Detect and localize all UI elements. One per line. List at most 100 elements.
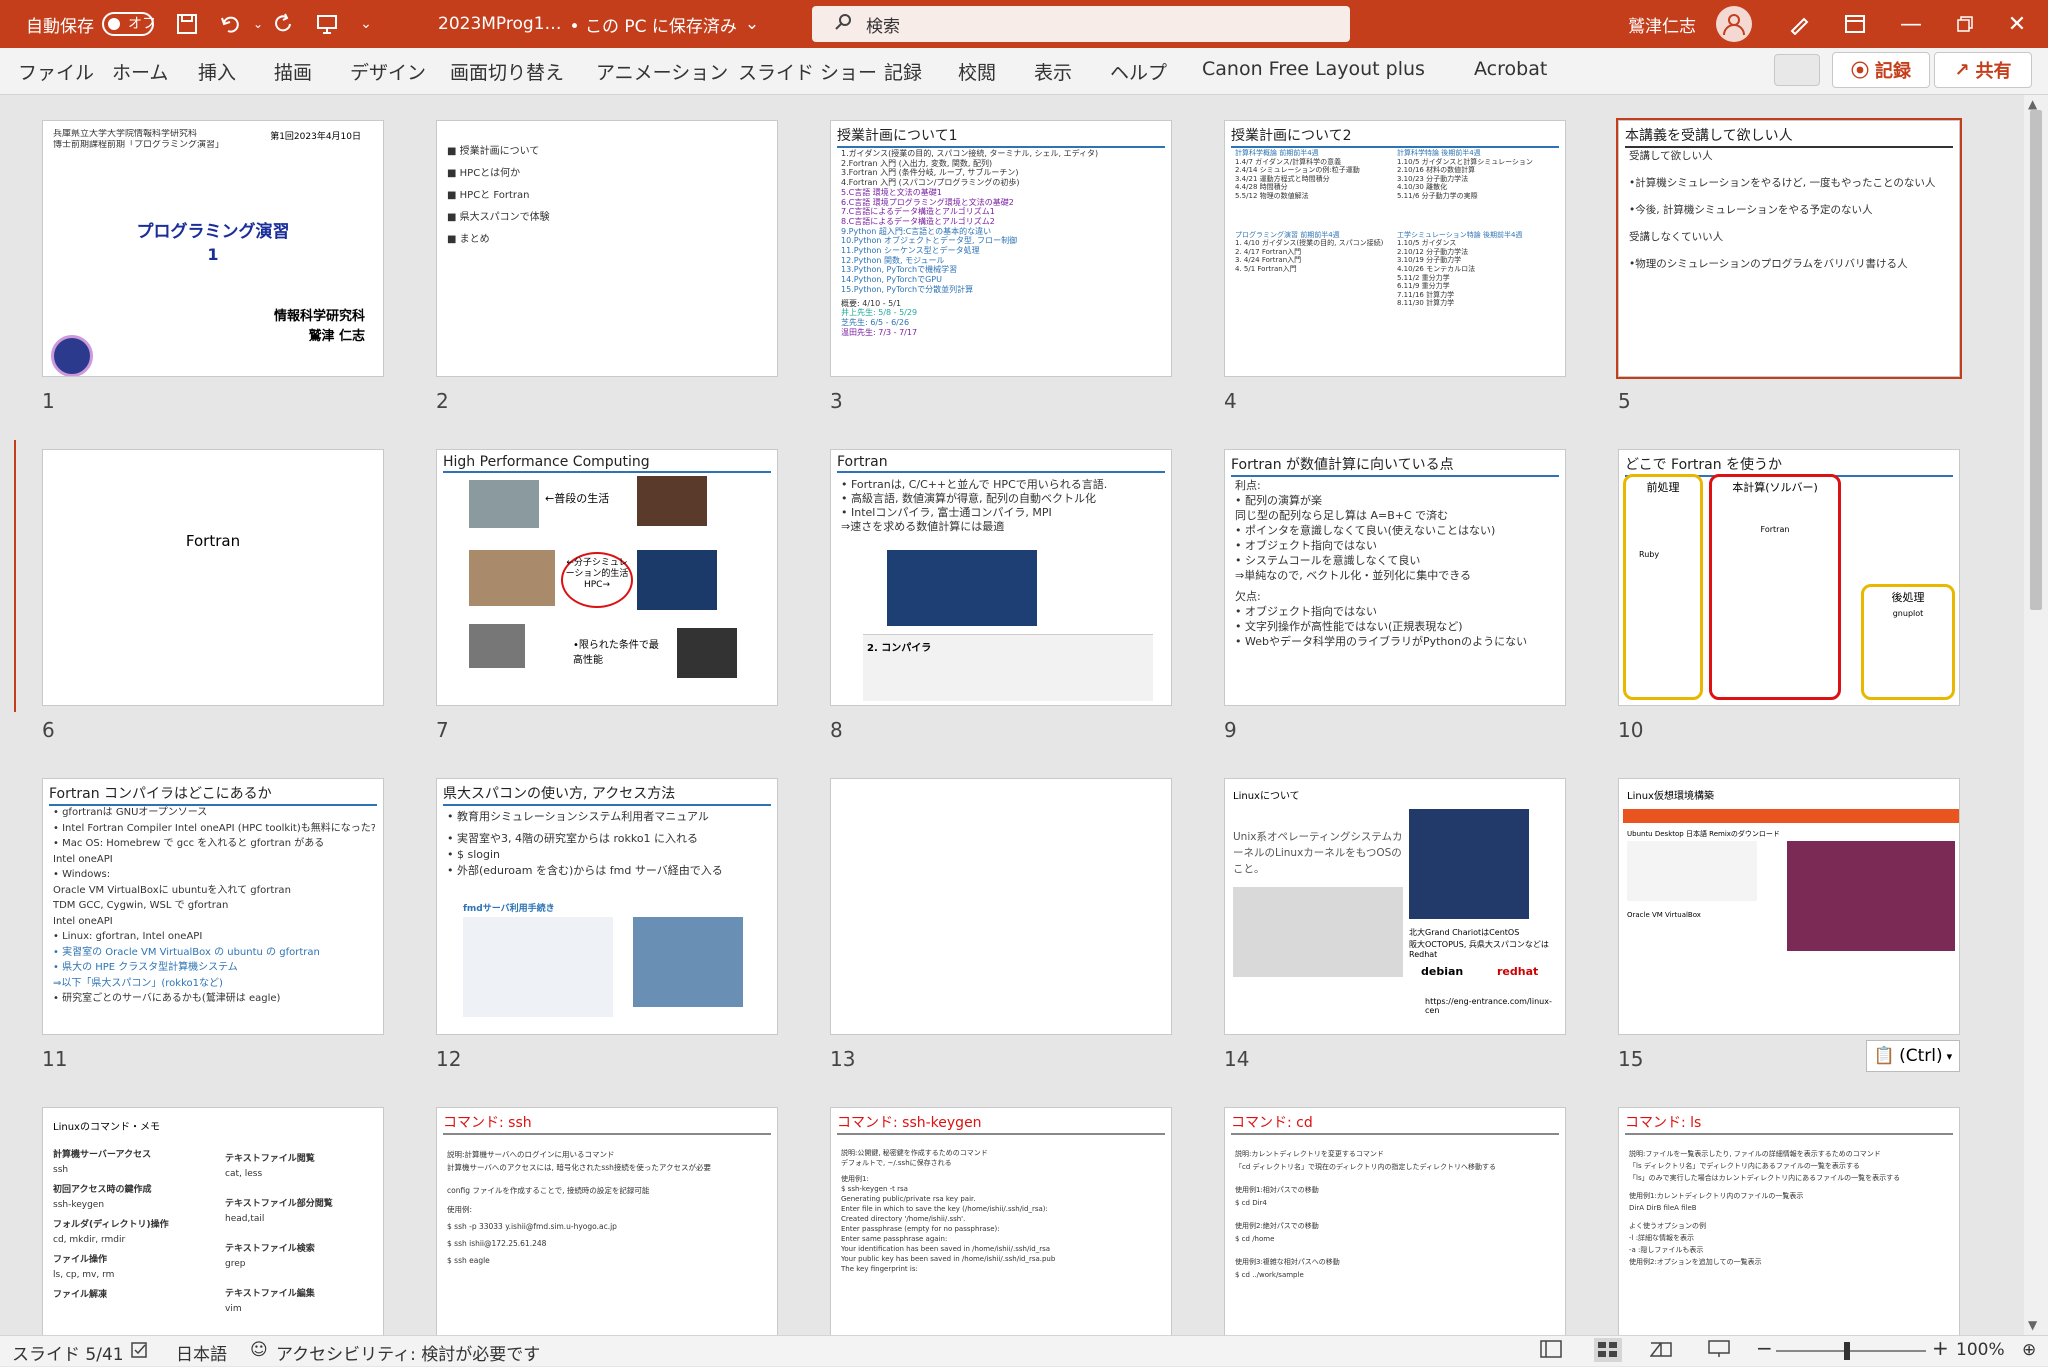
save-icon[interactable]	[172, 0, 202, 48]
tab-view[interactable]: 表示	[1034, 58, 1072, 85]
present-from-start-icon[interactable]	[312, 0, 342, 48]
slide-text: ⇒以下「県大スパコン」(rokko1など)	[53, 977, 223, 989]
slide-sorter: 兵庫県立大学大学院情報科学研究科 博士前期課程前期「プログラミング演習」 第1回…	[0, 95, 2024, 1335]
slide-thumbnail[interactable]: 授業計画について2 計算科学概論 前期前半4週 1.4/7 ガイダンス/計算科学…	[1224, 120, 1566, 377]
tab-canon[interactable]: Canon Free Layout plus	[1202, 58, 1425, 80]
slide-text: fmdサーバ利用手続き	[463, 904, 555, 914]
slide-thumbnail[interactable]: Fortran コンパイラはどこにあるか • gfortranは GNUオープン…	[42, 778, 384, 1035]
slide-text: • 実習室の Oracle VM VirtualBox の ubuntu の g…	[53, 946, 320, 958]
undo-icon[interactable]	[216, 0, 246, 48]
slide-text: 温田先生: 7/3 - 7/17	[841, 327, 918, 337]
scrollbar-thumb[interactable]	[2030, 110, 2042, 610]
fit-slide-icon[interactable]: ⊕	[2022, 1340, 2036, 1360]
scroll-up-icon[interactable]: ▲	[2028, 97, 2037, 111]
zoom-in-icon[interactable]: +	[1932, 1336, 1949, 1360]
tab-animations[interactable]: アニメーション	[596, 58, 728, 85]
zoom-level[interactable]: 100%	[1956, 1340, 2005, 1360]
pen-icon[interactable]	[1784, 0, 1814, 48]
ribbon-display-icon[interactable]	[1840, 0, 1870, 48]
slide-sorter-view-icon[interactable]	[1594, 1338, 1622, 1362]
slide-thumbnail[interactable]: Fortran が数値計算に向いている点 利点: • 配列の演算が楽 同じ型の配…	[1224, 449, 1566, 706]
slide-thumbnail[interactable]: Fortran	[42, 449, 384, 706]
tab-design[interactable]: デザイン	[350, 58, 426, 85]
slide-text: 6.C言語 環境プログラミング環境と文法の基礎2	[841, 197, 1014, 207]
normal-view-icon[interactable]	[1540, 1340, 1562, 1363]
slide-thumbnail[interactable]: コマンド: ssh-keygen 説明:公開鍵, 秘密鍵を作成するためのコマンド…	[830, 1107, 1172, 1335]
zoom-out-icon[interactable]: −	[1756, 1336, 1773, 1360]
slide-number: 10	[1618, 718, 1644, 742]
slide-text: 12.Python 関数, モジュール	[841, 255, 945, 265]
slide-text: 工学シミュレーション特論 後期前半4週	[1397, 230, 1523, 239]
slide-thumbnail[interactable]: 県大スパコンの使い方, アクセス方法 • 教育用シミュレーションシステム利用者マ…	[436, 778, 778, 1035]
slide-number: 8	[830, 718, 843, 742]
zoom-slider[interactable]	[1776, 1350, 1926, 1352]
document-title[interactable]: 2023MProg1… • この PC に保存済み ⌄	[438, 0, 759, 48]
slide-text: 1.10/5 ガイダンスと計算シミュレーション	[1397, 157, 1533, 166]
slide-number: 6	[42, 718, 55, 742]
accessibility-icon[interactable]: ☺	[250, 1340, 268, 1360]
slide-thumbnail[interactable]: コマンド: ssh 説明:計算機サーバへのログインに用いるコマンド 計算機サーバ…	[436, 1107, 778, 1335]
slide-thumbnail[interactable]	[830, 778, 1172, 1035]
slide-thumbnail[interactable]: コマンド: cd 説明:カレントディレクトリを変更するコマンド 「cd ディレク…	[1224, 1107, 1566, 1335]
slide-text: •物理のシミュレーションのプログラムをバリバリ書ける人	[1629, 258, 1908, 270]
minimize-icon[interactable]: —	[1896, 0, 1926, 48]
share-label: 共有	[1975, 61, 2012, 82]
customize-qat-icon[interactable]: ⌄	[356, 0, 376, 48]
tab-file[interactable]: ファイル	[18, 58, 94, 85]
slide-thumbnail[interactable]: Linux仮想環境構築 Ubuntu Desktop 日本語 Remixのダウン…	[1618, 778, 1960, 1035]
slide-text: 鷲津 仁志	[308, 329, 365, 344]
redo-icon[interactable]	[268, 0, 298, 48]
slide-thumbnail[interactable]: Fortran • Fortranは, C/C++と並んで HPCで用いられる言…	[830, 449, 1172, 706]
slide-text: • 外部(eduroam を含む)からは fmd サーバ経由で入る	[447, 864, 723, 877]
tab-insert[interactable]: 挿入	[198, 58, 236, 85]
tab-review[interactable]: 校閲	[958, 58, 996, 85]
slide-text: gnuplot	[1892, 609, 1924, 618]
slide-text: 2.Fortran 入門 (入出力, 変数, 関数, 配列)	[841, 158, 993, 168]
scroll-down-icon[interactable]: ▼	[2028, 1318, 2037, 1332]
restore-icon[interactable]	[1950, 0, 1980, 48]
tab-help[interactable]: ヘルプ	[1110, 58, 1167, 85]
slide-thumbnail[interactable]: どこで Fortran を使うか 前処理 本計算(ソルバー) Fortran 後…	[1618, 449, 1960, 706]
autosave-control[interactable]: 自動保存 オフ	[26, 0, 156, 48]
slide-thumbnail[interactable]: Linuxのコマンド・メモ 計算機サーバーアクセス ssh 初回アクセス時の鍵作…	[42, 1107, 384, 1335]
slide-thumbnail[interactable]: Linuxについて Unix系オペレーティングシステムカーネルのLinuxカーネ…	[1224, 778, 1566, 1035]
slide-text: 概要: 4/10 - 5/1	[841, 298, 902, 308]
slide-text: • 県大の HPE クラスタ型計算機システム	[53, 962, 238, 973]
slide-thumbnail[interactable]: ■ 授業計画について ■ HPCとは何か ■ HPCと Fortran ■ 県大…	[436, 120, 778, 377]
reading-view-icon[interactable]	[1649, 1340, 1672, 1363]
slide-thumbnail[interactable]: 兵庫県立大学大学院情報科学研究科 博士前期課程前期「プログラミング演習」 第1回…	[42, 120, 384, 377]
comments-button[interactable]	[1774, 54, 1820, 86]
search-box[interactable]: 検索	[812, 6, 1350, 42]
spellcheck-icon[interactable]	[130, 1340, 150, 1365]
slide-text: 使用例1:相対パスでの移動	[1235, 1186, 1319, 1194]
slide-text: Enter same passphrase again:	[841, 1235, 948, 1243]
autosave-toggle[interactable]: オフ	[102, 12, 156, 36]
share-button[interactable]: ↗ 共有	[1934, 52, 2032, 88]
slide-thumbnail[interactable]: 授業計画について1 1.ガイダンス(授業の目的, スパコン接続, ターミナル, …	[830, 120, 1172, 377]
slide-thumbnail-selected[interactable]: 本講義を受講して欲しい人 受講して欲しい人 •計算機シミュレーションをやるけど,…	[1616, 118, 1962, 379]
screenshot-ubuntu	[1233, 887, 1403, 977]
tab-draw[interactable]: 描画	[274, 58, 312, 85]
file-name: 2023MProg1…	[438, 14, 562, 34]
tab-transitions[interactable]: 画面切り替え	[450, 58, 564, 85]
tab-acrobat[interactable]: Acrobat	[1474, 58, 1547, 80]
slide-thumbnail[interactable]: High Performance Computing ←普段の生活 ←分子シミュ…	[436, 449, 778, 706]
avatar[interactable]	[1716, 6, 1752, 42]
slide-text: 芝先生: 6/5 - 6/26	[841, 317, 910, 327]
slide-thumbnail[interactable]: コマンド: ls 説明:ファイルを一覧表示したり, ファイルの詳細情報を表示する…	[1618, 1107, 1960, 1335]
user-name[interactable]: 鷲津仁志	[1628, 0, 1696, 48]
close-icon[interactable]: ✕	[2002, 0, 2032, 48]
tab-home[interactable]: ホーム	[112, 58, 168, 85]
language-indicator[interactable]: 日本語	[176, 1340, 227, 1365]
slide-text: • 高級言語, 数値演算が得意, 配列の自動ベクトル化	[841, 492, 1096, 505]
tab-slideshow[interactable]: スライド ショー	[738, 58, 877, 85]
undo-dropdown-icon[interactable]: ⌄	[250, 0, 266, 48]
zoom-slider-thumb[interactable]	[1844, 1342, 1850, 1360]
accessibility-status[interactable]: アクセシビリティ: 検討が必要です	[276, 1340, 540, 1365]
slideshow-view-icon[interactable]	[1708, 1340, 1730, 1363]
record-button[interactable]: ⦿ 記録	[1832, 52, 1930, 88]
tab-record[interactable]: 記録	[884, 58, 922, 85]
slide-text: 5.11/6 分子動力学の実際	[1397, 191, 1478, 200]
paste-options-button[interactable]: 📋 (Ctrl) ▾	[1866, 1040, 1960, 1072]
slide-text: 5.C言語 環境と文法の基礎1	[841, 187, 942, 197]
